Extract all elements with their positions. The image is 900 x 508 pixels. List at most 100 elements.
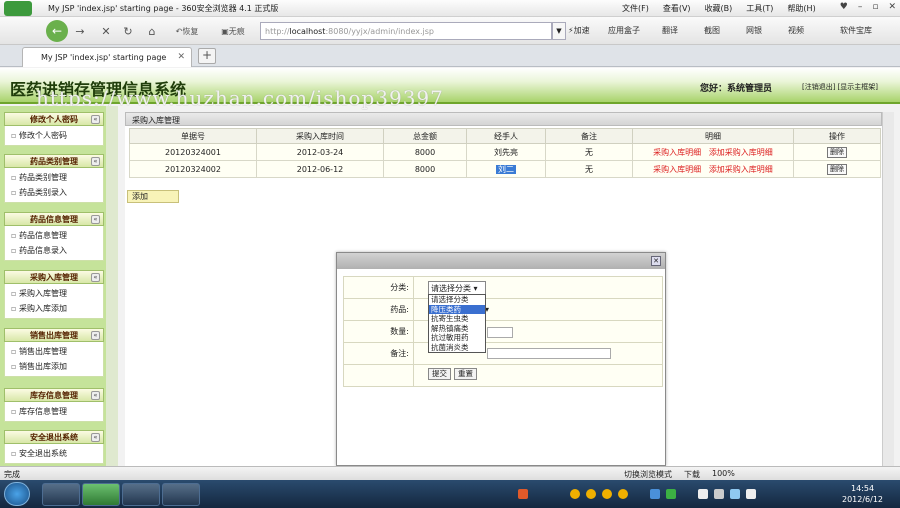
refresh-button[interactable]: ↻	[120, 22, 136, 40]
collapse-icon[interactable]: «	[91, 157, 100, 166]
tray-volume-icon[interactable]	[698, 489, 708, 499]
add-detail-link[interactable]: 添加采购入库明细	[709, 165, 773, 174]
detail-link[interactable]: 采购入库明细	[653, 148, 701, 157]
sidebar-item-category-manage[interactable]: 药品类别管理	[5, 170, 103, 185]
menu-tools[interactable]: 工具(T)	[746, 3, 773, 14]
sidebar-item-sales-manage[interactable]: 销售出库管理	[5, 344, 103, 359]
software-button[interactable]: 软件宝库	[840, 25, 872, 36]
cell-detail: 采购入库明细 添加采购入库明细	[632, 143, 794, 161]
new-tab-button[interactable]: +	[198, 48, 216, 64]
sidebar-item-purchase-add[interactable]: 采购入库添加	[5, 301, 103, 316]
main-scrollbar[interactable]	[882, 112, 894, 466]
app-taskbar-icon[interactable]	[162, 483, 200, 506]
close-icon[interactable]: ✕	[888, 2, 896, 12]
tray-speaker-icon[interactable]	[746, 489, 756, 499]
start-button-icon[interactable]	[4, 482, 30, 506]
back-button[interactable]: ←	[46, 20, 68, 42]
sidebar-group-header[interactable]: 安全退出系统 «	[4, 430, 104, 444]
dialog-title-bar[interactable]: ✕	[337, 253, 665, 269]
download-button[interactable]: 下载	[684, 469, 700, 480]
tray-power-icon[interactable]	[730, 489, 740, 499]
address-bar[interactable]: http://localhost:8080/yyjx/admin/index.j…	[260, 22, 552, 40]
collapse-icon[interactable]: «	[91, 391, 100, 400]
incognito-button[interactable]: ▣ 无痕	[212, 22, 254, 40]
tray-network-icon[interactable]	[650, 489, 660, 499]
ie-taskbar-icon[interactable]	[42, 483, 80, 506]
delete-button[interactable]: 删除	[827, 146, 847, 158]
maximize-icon[interactable]: ▫	[872, 2, 878, 12]
dropdown-option-selected[interactable]: 降压类药	[429, 304, 485, 314]
collapse-icon[interactable]: «	[91, 115, 100, 124]
sidebar-item-stock-manage[interactable]: 库存信息管理	[5, 404, 103, 419]
tray-flag-icon[interactable]	[714, 489, 724, 499]
add-button[interactable]: 添加	[127, 190, 179, 203]
tray-qq-icon[interactable]	[618, 489, 628, 499]
taskbar-clock[interactable]: 14:54 2012/6/12	[842, 483, 883, 505]
quantity-input[interactable]	[487, 327, 513, 338]
tray-qq-icon[interactable]	[586, 489, 596, 499]
sidebar-item-safe-logout[interactable]: 安全退出系统	[5, 446, 103, 461]
sidebar-group-password: 修改个人密码« 修改个人密码	[4, 112, 104, 146]
reset-button[interactable]: 重置	[454, 368, 477, 380]
zoom-level[interactable]: 100%	[712, 469, 735, 480]
stop-button[interactable]: ✕	[98, 22, 114, 40]
menu-file[interactable]: 文件(F)	[622, 3, 649, 14]
forward-button[interactable]: →	[72, 22, 88, 40]
dialog-close-icon[interactable]: ✕	[651, 256, 661, 266]
sidebar-item-category-add[interactable]: 药品类别录入	[5, 185, 103, 200]
restore-button[interactable]: ↶ 恢复	[166, 22, 208, 40]
sidebar-item-sales-add[interactable]: 销售出库添加	[5, 359, 103, 374]
tray-qq-icon[interactable]	[602, 489, 612, 499]
tray-ime-icon[interactable]	[518, 489, 528, 499]
sidebar-group-header[interactable]: 采购入库管理 «	[4, 270, 104, 284]
sidebar-scrollbar[interactable]	[106, 106, 118, 466]
drug-label: 药品:	[343, 298, 414, 321]
sidebar-group-header[interactable]: 药品类别管理 «	[4, 154, 104, 168]
dropdown-option[interactable]: 请选择分类	[429, 295, 485, 305]
sidebar-item-change-password[interactable]: 修改个人密码	[5, 128, 103, 143]
add-detail-link[interactable]: 添加采购入库明细	[709, 148, 773, 157]
browser-tab[interactable]: My JSP 'index.jsp' starting page ✕	[22, 47, 192, 67]
tab-close-icon[interactable]: ✕	[177, 52, 185, 62]
tray-360-icon[interactable]	[666, 489, 676, 499]
sidebar-group-header[interactable]: 修改个人密码 «	[4, 112, 104, 126]
menu-view[interactable]: 查看(V)	[663, 3, 691, 14]
tray-qq-icon[interactable]	[570, 489, 580, 499]
collapse-icon[interactable]: «	[91, 331, 100, 340]
sidebar-item-purchase-manage[interactable]: 采购入库管理	[5, 286, 103, 301]
dropdown-option[interactable]: 解热镇痛类	[429, 324, 485, 334]
note-input[interactable]	[487, 348, 611, 359]
360browser-taskbar-icon[interactable]	[82, 483, 120, 506]
eclipse-taskbar-icon[interactable]	[122, 483, 160, 506]
dropdown-option[interactable]: 抗寄生虫类	[429, 314, 485, 324]
menu-favorites[interactable]: 收藏(B)	[705, 3, 733, 14]
sidebar-group-header[interactable]: 药品信息管理 «	[4, 212, 104, 226]
collapse-icon[interactable]: «	[91, 215, 100, 224]
drug-select[interactable]: ▾	[485, 305, 497, 314]
collapse-icon[interactable]: «	[91, 273, 100, 282]
sidebar-item-drug-add[interactable]: 药品信息录入	[5, 243, 103, 258]
dropdown-option[interactable]: 抗菌消炎类	[429, 343, 485, 353]
translate-button[interactable]: 翻译	[662, 25, 678, 36]
app-box-button[interactable]: 应用盒子	[608, 25, 640, 36]
skin-icon[interactable]: ♥	[840, 2, 848, 12]
sidebar-group-header[interactable]: 销售出库管理 «	[4, 328, 104, 342]
delete-button[interactable]: 删除	[827, 163, 847, 175]
menu-help[interactable]: 帮助(H)	[787, 3, 815, 14]
sidebar-group-header[interactable]: 库存信息管理 «	[4, 388, 104, 402]
detail-link[interactable]: 采购入库明细	[653, 165, 701, 174]
screenshot-button[interactable]: 截图	[704, 25, 720, 36]
ebank-button[interactable]: 网银	[746, 25, 762, 36]
home-button[interactable]: ⌂	[144, 22, 160, 40]
browse-mode-toggle[interactable]: 切换浏览模式	[624, 469, 672, 480]
submit-button[interactable]: 提交	[428, 368, 451, 380]
logout-link[interactable]: [注销退出]	[802, 82, 835, 92]
minimize-icon[interactable]: –	[858, 2, 863, 12]
collapse-icon[interactable]: «	[91, 433, 100, 442]
address-dropdown-button[interactable]: ▼	[552, 22, 566, 40]
speedup-button[interactable]: ⚡加速	[568, 25, 590, 36]
video-button[interactable]: 视频	[788, 25, 804, 36]
dropdown-option[interactable]: 抗过敏用药	[429, 333, 485, 343]
sidebar-item-drug-manage[interactable]: 药品信息管理	[5, 228, 103, 243]
main-frame-link[interactable]: [显示主框架]	[837, 82, 877, 92]
